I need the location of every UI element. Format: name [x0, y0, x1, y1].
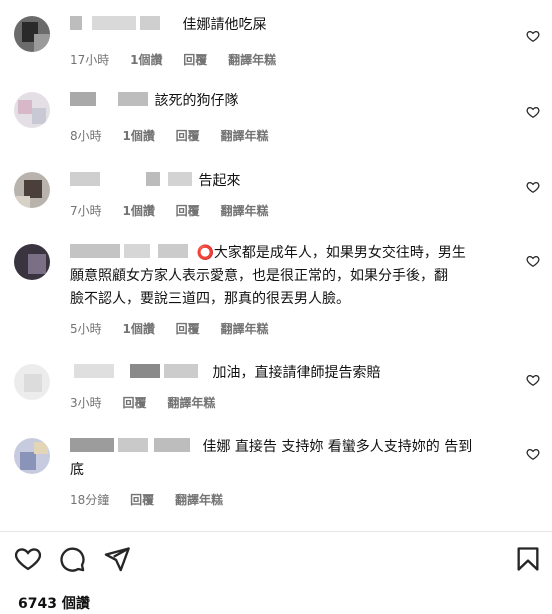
comment-likes[interactable]: 1個讚 — [130, 53, 162, 67]
like-heart-icon[interactable] — [14, 545, 42, 573]
comment-meta: 5小時 1個讚 回覆 翻譯年糕 — [70, 320, 286, 337]
comment-icon[interactable] — [58, 545, 86, 573]
heart-icon[interactable] — [526, 29, 540, 43]
avatar[interactable] — [14, 92, 50, 128]
reply-button[interactable]: 回覆 — [176, 129, 200, 143]
comment-likes[interactable]: 1個讚 — [122, 322, 154, 336]
bookmark-icon[interactable] — [514, 545, 542, 573]
avatar[interactable] — [14, 16, 50, 52]
comment-body: 佳娜 直接告 支持妳 看蠻多人支持妳的 告到 — [202, 439, 473, 455]
comment-body: 加油，直接請律師提告索賠 — [212, 365, 381, 381]
heart-icon[interactable] — [526, 447, 540, 461]
comment-meta: 3小時 回覆 翻譯年糕 — [70, 394, 232, 411]
comment-text: 該死的狗仔隊 — [70, 90, 512, 113]
translate-button[interactable]: 翻譯年糕 — [167, 396, 215, 410]
comment-body: 大家都是成年人，如果男女交往時，男生 — [213, 245, 466, 261]
comment-body: 該死的狗仔隊 — [154, 93, 239, 109]
divider — [0, 531, 552, 532]
heart-icon[interactable] — [526, 105, 540, 119]
username-blurred[interactable] — [70, 244, 192, 258]
comment-time[interactable]: 8小時 — [70, 129, 102, 143]
comment-text-line3: 臉不認人，要說三道四，那真的很丟男人臉。 — [70, 291, 350, 307]
comment-meta: 17小時 1個讚 回覆 翻譯年糕 — [70, 51, 293, 68]
comment-meta: 18分鐘 回覆 翻譯年糕 — [70, 491, 240, 508]
reply-button[interactable]: 回覆 — [122, 396, 146, 410]
comment-time[interactable]: 7小時 — [70, 204, 102, 218]
translate-button[interactable]: 翻譯年糕 — [221, 322, 269, 336]
comment-text: 佳娜 直接告 支持妳 看蠻多人支持妳的 告到 — [70, 436, 512, 459]
post-action-bar — [0, 545, 552, 575]
translate-button[interactable]: 翻譯年糕 — [221, 129, 269, 143]
reply-button[interactable]: 回覆 — [176, 204, 200, 218]
username-blurred[interactable] — [70, 438, 198, 452]
send-icon[interactable] — [103, 545, 131, 573]
heart-icon[interactable] — [526, 180, 540, 194]
comment-meta: 8小時 1個讚 回覆 翻譯年糕 — [70, 127, 286, 144]
translate-button[interactable]: 翻譯年糕 — [175, 493, 223, 507]
translate-button[interactable]: 翻譯年糕 — [228, 53, 276, 67]
comment-likes[interactable]: 1個讚 — [122, 204, 154, 218]
avatar[interactable] — [14, 172, 50, 208]
heart-icon[interactable] — [526, 373, 540, 387]
translate-button[interactable]: 翻譯年糕 — [221, 204, 269, 218]
avatar[interactable] — [14, 244, 50, 280]
comment-text: 佳娜請他吃屎 — [70, 14, 512, 37]
comment-text: 告起來 — [70, 170, 512, 193]
emoji-circle: ⭕ — [196, 245, 214, 261]
comment-text-line2: 願意照顧女方家人表示愛意，也是很正常的，如果分手後，翻 — [70, 268, 448, 284]
post-like-count[interactable]: 6743 個讚 — [18, 593, 90, 613]
comment-time[interactable]: 3小時 — [70, 396, 102, 410]
username-blurred[interactable] — [70, 92, 150, 106]
comment-likes[interactable]: 1個讚 — [122, 129, 154, 143]
username-blurred[interactable] — [70, 364, 208, 378]
reply-button[interactable]: 回覆 — [183, 53, 207, 67]
comment-time[interactable]: 17小時 — [70, 53, 109, 67]
avatar[interactable] — [14, 364, 50, 400]
heart-icon[interactable] — [526, 254, 540, 268]
username-blurred[interactable] — [70, 172, 194, 186]
comment-body: 告起來 — [198, 173, 241, 189]
reply-button[interactable]: 回覆 — [130, 493, 154, 507]
comment-text: ⭕大家都是成年人，如果男女交往時，男生 — [70, 242, 512, 265]
username-blurred[interactable] — [70, 16, 178, 30]
comment-time[interactable]: 18分鐘 — [70, 493, 109, 507]
reply-button[interactable]: 回覆 — [176, 322, 200, 336]
comment-time[interactable]: 5小時 — [70, 322, 102, 336]
comment-meta: 7小時 1個讚 回覆 翻譯年糕 — [70, 202, 286, 219]
comment-text: 加油，直接請律師提告索賠 — [70, 362, 512, 385]
comment-text-line2: 底 — [70, 462, 84, 478]
avatar[interactable] — [14, 438, 50, 474]
comment-body: 佳娜請他吃屎 — [182, 17, 267, 33]
